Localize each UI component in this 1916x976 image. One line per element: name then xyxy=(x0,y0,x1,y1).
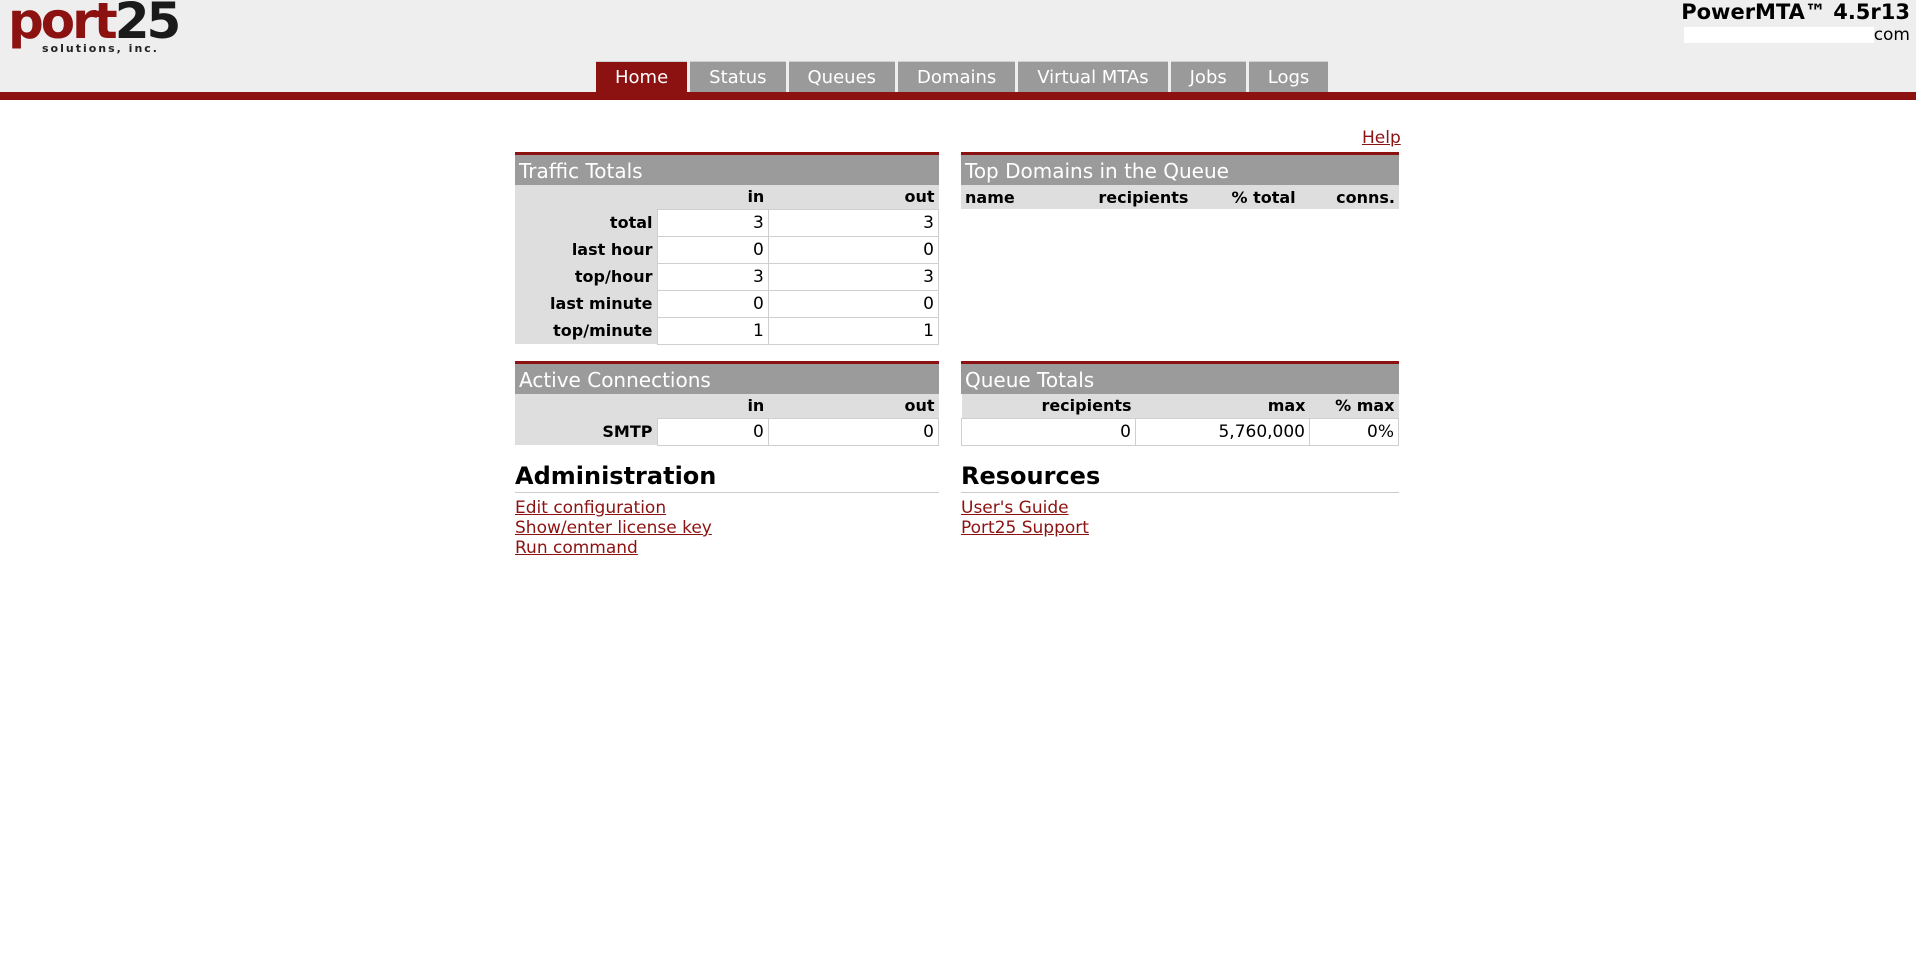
row-label: SMTP xyxy=(515,418,657,445)
header-blank xyxy=(515,394,657,418)
table-row: 0 5,760,000 0% xyxy=(961,417,1399,446)
active-connections-title: Active Connections xyxy=(515,361,939,394)
traffic-totals-table: in out total 3 3 last hour 0 0 top/hour … xyxy=(515,185,940,345)
resources-heading: Resources xyxy=(961,462,1399,493)
col-recipients: recipients xyxy=(1046,185,1193,209)
tab-domains[interactable]: Domains xyxy=(898,61,1016,92)
administration-links: Edit configuration Show/enter license ke… xyxy=(515,498,712,558)
tab-status[interactable]: Status xyxy=(690,61,786,92)
col-name: name xyxy=(961,185,1047,209)
table-row: SMTP 0 0 xyxy=(515,417,940,446)
logo-wordmark: port25 xyxy=(8,0,181,46)
header: port25 solutions, inc. PowerMTA™ 4.5r13 … xyxy=(0,0,1916,92)
value-in: 1 xyxy=(656,316,769,345)
value-out: 3 xyxy=(767,208,940,237)
row-label: total xyxy=(515,209,657,236)
col-out: out xyxy=(768,185,939,209)
run-command-link[interactable]: Run command xyxy=(515,538,712,558)
tab-jobs[interactable]: Jobs xyxy=(1170,61,1246,92)
port25-logo[interactable]: port25 solutions, inc. xyxy=(8,0,181,56)
col-in: in xyxy=(657,185,769,209)
users-guide-link[interactable]: User's Guide xyxy=(961,498,1089,518)
table-header-row: in out xyxy=(515,394,939,418)
license-key-link[interactable]: Show/enter license key xyxy=(515,518,712,538)
header-blank xyxy=(515,185,657,209)
edit-configuration-link[interactable]: Edit configuration xyxy=(515,498,712,518)
col-out: out xyxy=(768,394,939,418)
tab-queues[interactable]: Queues xyxy=(788,61,896,92)
row-label: top/minute xyxy=(515,317,657,344)
row-label: last hour xyxy=(515,236,657,263)
col-in: in xyxy=(657,394,769,418)
table-row: last minute 0 0 xyxy=(515,289,940,318)
tab-logs[interactable]: Logs xyxy=(1248,61,1329,92)
value-recipients: 0 xyxy=(961,417,1136,446)
tab-virtual-mtas[interactable]: Virtual MTAs xyxy=(1018,61,1168,92)
active-connections-panel: Active Connections in out SMTP 0 0 xyxy=(515,361,940,446)
host-suffix: com xyxy=(1873,25,1910,45)
table-header-row: in out xyxy=(515,185,939,209)
value-in: 0 xyxy=(656,417,769,446)
top-domains-title: Top Domains in the Queue xyxy=(961,152,1399,185)
value-pct-max: 0% xyxy=(1309,417,1399,446)
table-header-row: name recipients % total conns. xyxy=(961,185,1399,209)
col-pct-total: % total xyxy=(1192,185,1300,209)
value-in: 3 xyxy=(656,262,769,291)
value-out: 3 xyxy=(767,262,940,291)
value-in: 0 xyxy=(656,289,769,318)
table-row: total 3 3 xyxy=(515,208,940,237)
host-name: com xyxy=(1683,25,1910,45)
top-domains-panel: Top Domains in the Queue name recipients… xyxy=(961,152,1399,209)
help-link[interactable]: Help xyxy=(1362,128,1401,148)
table-row: top/hour 3 3 xyxy=(515,262,940,291)
top-domains-table: name recipients % total conns. xyxy=(961,185,1399,209)
row-label: last minute xyxy=(515,290,657,317)
table-header-row: recipients max % max xyxy=(961,394,1399,418)
queue-totals-title: Queue Totals xyxy=(961,361,1399,394)
value-out: 1 xyxy=(767,316,940,345)
col-recipients: recipients xyxy=(961,394,1136,418)
logo-tagline: solutions, inc. xyxy=(42,42,159,55)
value-out: 0 xyxy=(767,417,940,446)
value-out: 0 xyxy=(767,289,940,318)
value-in: 3 xyxy=(656,208,769,237)
table-row: top/minute 1 1 xyxy=(515,316,940,345)
header-divider xyxy=(0,92,1916,100)
col-conns: conns. xyxy=(1299,185,1399,209)
col-pct-max: % max xyxy=(1309,394,1399,418)
main-nav: Home Status Queues Domains Virtual MTAs … xyxy=(596,61,1329,92)
col-max: max xyxy=(1135,394,1310,418)
queue-totals-panel: Queue Totals recipients max % max 0 5,76… xyxy=(961,361,1399,446)
traffic-totals-title: Traffic Totals xyxy=(515,152,939,185)
value-out: 0 xyxy=(767,235,940,264)
tab-home[interactable]: Home xyxy=(596,61,688,92)
port25-support-link[interactable]: Port25 Support xyxy=(961,518,1089,538)
value-max: 5,760,000 xyxy=(1135,417,1310,446)
queue-totals-table: recipients max % max 0 5,760,000 0% xyxy=(961,394,1399,446)
product-version: PowerMTA™ 4.5r13 xyxy=(1681,0,1910,24)
traffic-totals-panel: Traffic Totals in out total 3 3 last hou… xyxy=(515,152,940,345)
host-redacted xyxy=(1683,27,1874,43)
value-in: 0 xyxy=(656,235,769,264)
resources-links: User's Guide Port25 Support xyxy=(961,498,1089,538)
row-label: top/hour xyxy=(515,263,657,290)
administration-heading: Administration xyxy=(515,462,939,493)
active-connections-table: in out SMTP 0 0 xyxy=(515,394,940,446)
table-row: last hour 0 0 xyxy=(515,235,940,264)
